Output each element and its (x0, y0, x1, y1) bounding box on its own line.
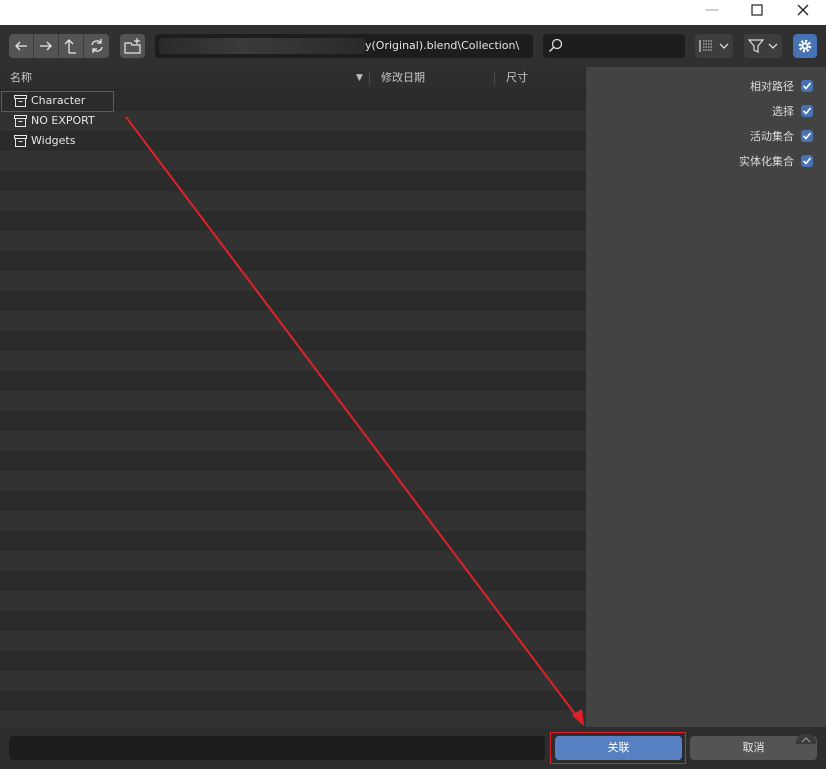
toolbar: y(Original).blend\Collection\ (0, 25, 826, 67)
collection-icon (14, 135, 27, 147)
close-button[interactable] (783, 0, 823, 22)
maximize-icon (751, 4, 763, 16)
new-directory-button[interactable] (120, 34, 145, 58)
list-view-icon (699, 40, 729, 52)
filter-search-input[interactable] (543, 34, 685, 58)
redacted-path-segment (159, 38, 365, 54)
file-list: 名称 ▼ 修改日期 尺寸 Character NO EXPORT Widgets (0, 67, 586, 727)
close-icon (797, 4, 809, 16)
list-item-label: NO EXPORT (31, 114, 95, 127)
directory-path-text: y(Original).blend\Collection\ (365, 39, 520, 52)
region-resize-handle[interactable] (796, 734, 816, 744)
checkmark-icon (802, 107, 812, 115)
annotation-highlight-box (550, 732, 686, 764)
column-header-size[interactable]: 尺寸 (506, 67, 528, 89)
option-select[interactable]: 选择 (772, 103, 813, 119)
annotation-highlight-box (1, 91, 114, 112)
refresh-icon (90, 39, 103, 53)
option-label: 相对路径 (750, 80, 794, 93)
file-list-header: 名称 ▼ 修改日期 尺寸 (0, 67, 586, 90)
column-header-date[interactable]: 修改日期 (381, 67, 425, 89)
checkmark-icon (802, 82, 812, 90)
option-label: 活动集合 (750, 130, 794, 143)
parent-directory-button[interactable] (59, 34, 84, 58)
list-item-widgets[interactable]: Widgets (0, 131, 586, 151)
minimize-button[interactable]: — (692, 0, 732, 22)
file-browser-window: y(Original).blend\Collection\ 名称 ▼ 修改日期 … (0, 25, 826, 769)
gear-icon (798, 39, 812, 53)
checkbox-checked[interactable] (801, 80, 813, 92)
checkmark-icon (802, 132, 812, 140)
file-rows: Character NO EXPORT Widgets (0, 91, 586, 727)
forward-button[interactable] (34, 34, 59, 58)
sort-indicator[interactable]: ▼ (356, 67, 363, 89)
option-relative-path[interactable]: 相对路径 (750, 78, 813, 94)
list-item-no-export[interactable]: NO EXPORT (0, 111, 586, 131)
directory-path-input[interactable]: y(Original).blend\Collection\ (155, 34, 533, 58)
display-mode-dropdown[interactable] (695, 34, 733, 58)
options-panel: 相对路径 选择 活动集合 实体化集合 (586, 67, 826, 727)
checkbox-checked[interactable] (801, 130, 813, 142)
option-active-collection[interactable]: 活动集合 (750, 128, 813, 144)
arrow-left-icon (15, 41, 27, 51)
window-titlebar: — (0, 0, 826, 25)
search-icon (548, 38, 563, 53)
option-label: 实体化集合 (739, 155, 794, 168)
option-label: 选择 (772, 105, 794, 118)
arrow-up-icon (64, 39, 76, 54)
settings-toggle-button[interactable] (793, 34, 817, 58)
new-folder-icon (124, 38, 141, 54)
chevron-up-icon (801, 737, 811, 743)
maximize-button[interactable] (737, 0, 777, 22)
navigation-group (9, 34, 109, 58)
checkbox-checked[interactable] (801, 155, 813, 167)
filename-input[interactable] (9, 736, 545, 760)
option-instance-collections[interactable]: 实体化集合 (739, 153, 813, 169)
column-header-name[interactable]: 名称 (10, 67, 32, 89)
filter-dropdown[interactable] (744, 34, 782, 58)
list-item-label: Widgets (31, 134, 76, 147)
checkmark-icon (802, 157, 812, 165)
bottom-bar: 关联 取消 (0, 727, 826, 769)
refresh-button[interactable] (84, 34, 109, 58)
arrow-right-icon (40, 41, 52, 51)
filter-funnel-icon (747, 39, 778, 53)
checkbox-checked[interactable] (801, 105, 813, 117)
column-divider[interactable] (369, 71, 370, 85)
collection-icon (14, 115, 27, 127)
back-button[interactable] (9, 34, 34, 58)
column-divider[interactable] (494, 71, 495, 85)
